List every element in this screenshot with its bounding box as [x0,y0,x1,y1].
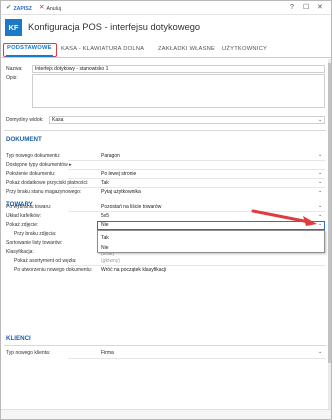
save-label: ZAPISZ [13,5,32,12]
tile-layout-value[interactable]: 5x5 [101,213,109,219]
default-view-value: Kasa [52,117,64,123]
default-view-select[interactable] [49,116,325,124]
doc-position-value[interactable]: Po lewej stronie [101,171,136,177]
name-value: Interfejs dotykowy - stanowisko 1 [35,66,109,72]
cancel-label: Anuluj [46,5,61,12]
tab-kasa-klawiatura-dolna[interactable]: KASA - KLAWIATURA DOLNA [61,46,144,52]
active-tab-underline [6,55,53,57]
after-new-doc-value[interactable]: Wróć na początek klasyfikacji [101,267,166,273]
after-new-doc-label: Po utworzeniu nowego dokumentu: [14,267,93,273]
chevron-down-icon[interactable]: ⌄ [318,179,322,185]
assortment-node-value[interactable]: (główny) [101,258,120,264]
dropdown-option-tak[interactable]: Tak [101,235,109,241]
row-divider [68,160,325,161]
show-photo-dropdown: Tak Nie [97,230,325,253]
toolbar: ✔ ZAPISZ ✕ Anuluj ? ☐ ✕ [1,1,331,15]
vertical-scrollbar-thumb[interactable] [328,63,331,363]
desc-field[interactable] [32,74,325,108]
section-title-klienci: KLIENCI [6,335,31,342]
name-label: Nazwa: [6,66,23,72]
assortment-node-label: Pokaż asortyment od węzła: [14,258,77,264]
help-icon[interactable]: ? [290,4,294,11]
tab-bar: PODSTAWOWE KASA - KLAWIATURA DOLNA ZAKŁA… [1,42,331,58]
default-view-label: Domyślny widok: [6,117,44,123]
classification-label: Klasyfikacja: [6,249,34,255]
desc-label: Opis: [6,75,18,81]
row-divider [68,169,325,170]
no-photo-label: Przy braku zdjęcia: [14,231,57,237]
section-title-dokument: DOKUMENT [6,136,42,143]
chevron-down-icon[interactable]: ⌄ [318,188,322,194]
red-arrow-annotation [251,209,317,226]
client-type-value[interactable]: Firma [101,350,114,356]
close-x-icon: ✕ [39,4,45,12]
header: KF Konfiguracja POS - interfejsu dotykow… [1,16,331,41]
extra-payment-value[interactable]: Tak [101,180,109,186]
doc-types-expander[interactable]: Dostępne typy dokumentów ▸ [6,162,72,168]
dropdown-option-nie[interactable]: Nie [101,245,109,251]
tab-uzytkownicy[interactable]: UŻYTKOWNICY [222,46,267,52]
extra-payment-label: Pokaż dodatkowe przyciski płatności: [6,180,89,186]
config-window: ✔ ZAPISZ ✕ Anuluj ? ☐ ✕ KF Konfiguracja … [0,0,332,420]
divider [4,345,326,346]
cancel-button[interactable]: ✕ Anuluj [39,4,61,13]
check-icon: ✔ [6,4,12,12]
after-select-value[interactable]: Pozostań na liście towarów [101,204,161,210]
after-select-label: Po wybraniu towaru: [6,204,52,210]
row-divider [68,358,325,359]
divider [4,130,326,131]
chevron-down-icon: ⌄ [318,117,323,123]
status-bar [1,409,331,419]
no-stock-label: Przy braku stanu magazynowego: [6,189,82,195]
chevron-down-icon[interactable]: ⌄ [318,170,322,176]
row-divider [68,178,325,179]
doc-type-value[interactable]: Paragon [101,153,120,159]
chevron-down-icon[interactable]: ⌄ [318,349,322,355]
sort-list-label: Sortowanie listy towarów: [6,240,63,246]
page-title: Konfiguracja POS - interfejsu dotykowego [28,22,201,32]
app-logo: KF [5,19,22,36]
doc-position-label: Położenie dokumentu: [6,171,56,177]
client-type-label: Typ nowego klienta: [6,350,51,356]
show-photo-value: Nie [101,222,109,228]
tab-podstawowe[interactable]: PODSTAWOWE [7,45,52,51]
maximize-icon[interactable]: ☐ [303,4,309,11]
tile-layout-label: Układ kafelków: [6,213,42,219]
show-photo-label: Pokaż zdjęcie: [6,222,39,228]
doc-type-label: Typ nowego dokumentu: [6,153,61,159]
tab-zakladki-wlasne[interactable]: ZAKŁADKI WŁASNE [158,46,215,52]
no-stock-value[interactable]: Pytaj użytkownika [101,189,141,195]
row-divider [68,265,325,266]
close-window-icon[interactable]: ✕ [317,4,323,11]
row-divider [68,187,325,188]
save-button[interactable]: ✔ ZAPISZ [6,4,32,13]
chevron-down-icon[interactable]: ⌄ [318,152,322,158]
